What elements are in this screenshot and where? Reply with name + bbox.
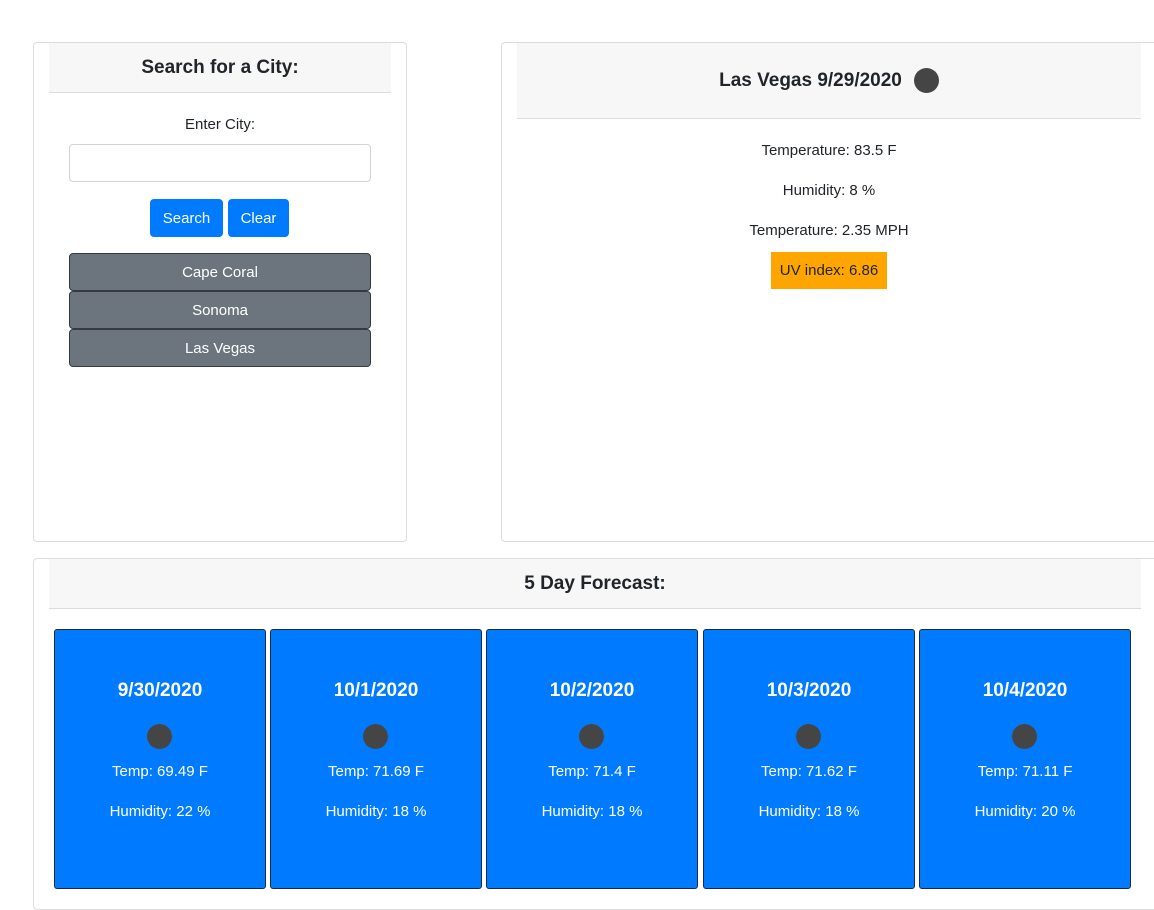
forecast-temp: Temp: 71.4 F xyxy=(548,763,636,780)
weather-icon xyxy=(363,724,388,749)
forecast-card: 10/2/2020 Temp: 71.4 F Humidity: 18 % xyxy=(486,629,698,889)
forecast-temp: Temp: 69.49 F xyxy=(112,763,208,780)
forecast-card: 10/3/2020 Temp: 71.62 F Humidity: 18 % xyxy=(703,629,915,889)
forecast-humidity: Humidity: 18 % xyxy=(325,803,427,820)
history-button-las-vegas[interactable]: Las Vegas xyxy=(69,329,371,367)
weather-icon xyxy=(147,724,172,749)
forecast-card: 10/4/2020 Temp: 71.11 F Humidity: 20 % xyxy=(919,629,1131,889)
city-input[interactable] xyxy=(69,144,371,182)
current-humidity: Humidity: 8 % xyxy=(782,182,876,199)
uv-wrap: UV index: 6.86 xyxy=(517,252,1141,289)
forecast-card: 9/30/2020 Temp: 69.49 F Humidity: 22 % xyxy=(54,629,266,889)
forecast-humidity: Humidity: 22 % xyxy=(109,803,211,820)
enter-city-label: Enter City: xyxy=(184,116,256,133)
forecast-temp: Temp: 71.11 F xyxy=(977,763,1073,780)
weather-icon xyxy=(913,68,939,93)
forecast-header: 5 Day Forecast: xyxy=(49,559,1141,609)
forecast-panel: 5 Day Forecast: 9/30/2020 Temp: 69.49 F … xyxy=(33,558,1154,910)
forecast-humidity: Humidity: 18 % xyxy=(758,803,860,820)
city-date-title: Las Vegas 9/29/2020 xyxy=(719,69,902,91)
current-wind: Temperature: 2.35 MPH xyxy=(749,222,909,239)
weather-icon xyxy=(579,724,604,749)
weather-icon xyxy=(1012,724,1037,749)
history-button-sonoma[interactable]: Sonoma xyxy=(69,291,371,329)
current-temperature: Temperature: 83.5 F xyxy=(761,142,897,159)
search-button[interactable]: Search xyxy=(150,199,223,237)
search-panel: Search for a City: Enter City: Search Cl… xyxy=(33,42,407,542)
uv-index-badge: UV index: 6.86 xyxy=(770,252,888,289)
forecast-date: 10/2/2020 xyxy=(549,680,635,701)
forecast-date: 10/3/2020 xyxy=(766,680,852,701)
current-weather-panel: Las Vegas 9/29/2020 Temperature: 83.5 F … xyxy=(501,42,1154,542)
forecast-temp: Temp: 71.62 F xyxy=(761,763,857,780)
forecast-temp: Temp: 71.69 F xyxy=(328,763,424,780)
search-panel-header: Search for a City: xyxy=(49,43,391,93)
forecast-humidity: Humidity: 18 % xyxy=(541,803,643,820)
forecast-date: 10/1/2020 xyxy=(333,680,419,701)
forecast-humidity: Humidity: 20 % xyxy=(974,803,1076,820)
forecast-date: 9/30/2020 xyxy=(117,680,203,701)
weather-icon xyxy=(796,724,821,749)
current-weather-header: Las Vegas 9/29/2020 xyxy=(517,43,1141,119)
forecast-date: 10/4/2020 xyxy=(982,680,1068,701)
forecast-card: 10/1/2020 Temp: 71.69 F Humidity: 18 % xyxy=(270,629,482,889)
clear-button[interactable]: Clear xyxy=(228,199,289,237)
history-button-cape-coral[interactable]: Cape Coral xyxy=(69,253,371,291)
